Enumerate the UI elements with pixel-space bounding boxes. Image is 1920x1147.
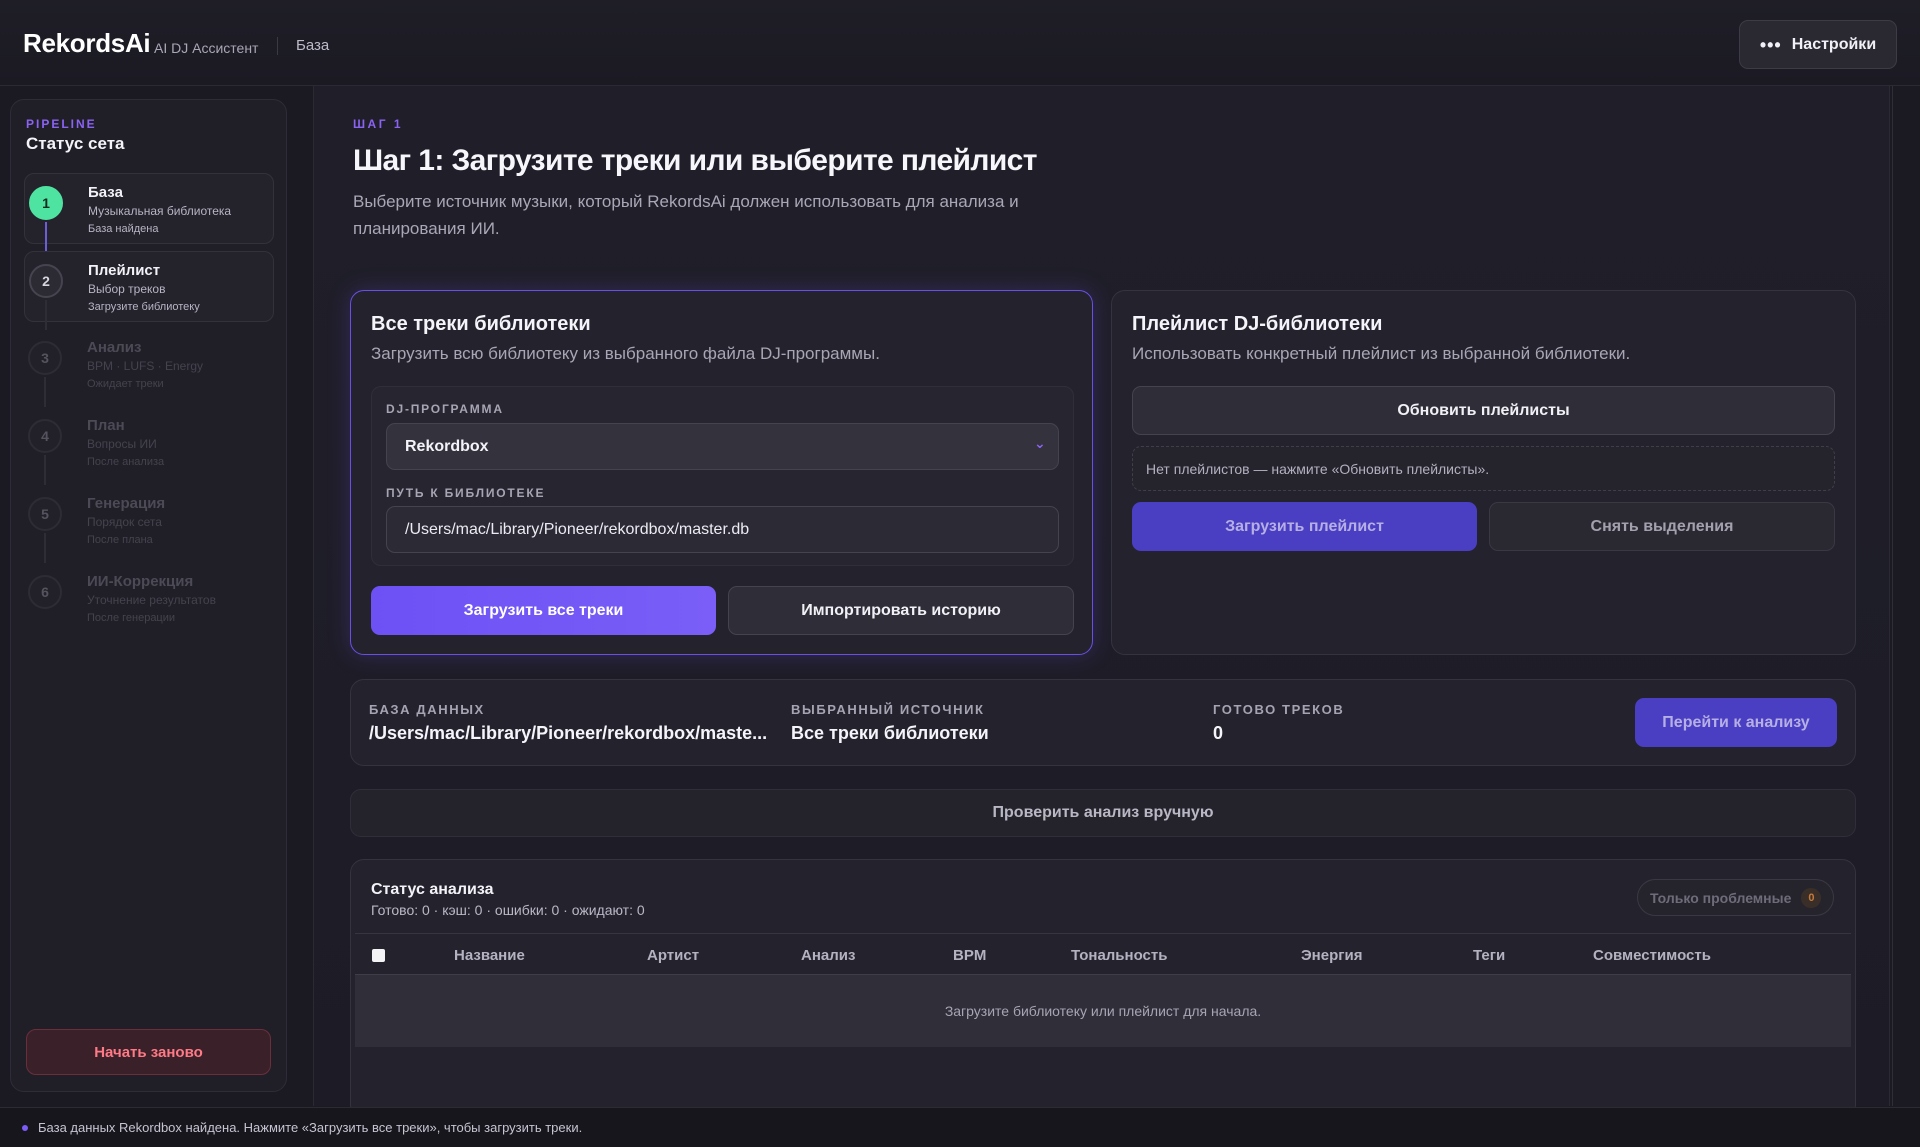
card-title: Все треки библиотеки <box>371 313 591 335</box>
pipeline-kicker: PIPELINE <box>26 117 97 131</box>
pipeline-title: Статус сета <box>26 134 125 153</box>
step-description: Уточнение результатов <box>87 593 216 607</box>
status-message: База данных Rekordbox найдена. Нажмите «… <box>38 1120 583 1135</box>
step-number: 5 <box>28 497 62 531</box>
step-description: Порядок сета <box>87 515 162 529</box>
step-status: После плана <box>87 534 153 546</box>
analysis-status-panel: Статус анализа Готово: 0 · кэш: 0 · ошиб… <box>350 859 1856 1119</box>
step-number: 4 <box>28 419 62 453</box>
ready-tracks-value: 0 <box>1213 723 1224 743</box>
library-settings: DJ-ПРОГРАММА Rekordbox ⌄ ПУТЬ К БИБЛИОТЕ… <box>371 386 1074 566</box>
step-number: 6 <box>28 575 62 609</box>
top-bar: RekordsAi AI DJ Ассистент База ••• Настр… <box>0 0 1920 86</box>
ready-tracks-label: ГОТОВО ТРЕКОВ <box>1213 702 1345 717</box>
step-name: База <box>88 184 123 201</box>
card-subtitle: Загрузить всю библиотеку из выбранного ф… <box>371 344 880 363</box>
step-connector <box>45 222 47 252</box>
restart-button[interactable]: Начать заново <box>26 1029 271 1075</box>
app-subtitle: AI DJ Ассистент <box>154 40 259 56</box>
source-value: Все треки библиотеки <box>791 723 989 743</box>
refresh-playlists-button[interactable]: Обновить плейлисты <box>1132 386 1835 435</box>
column-bpm[interactable]: BPM <box>953 947 986 964</box>
problems-only-toggle[interactable]: Только проблемные 0 <box>1637 879 1834 916</box>
step-connector <box>44 377 46 407</box>
step-name: Анализ <box>87 339 142 356</box>
analysis-title: Статус анализа <box>371 881 494 898</box>
step-connector <box>45 300 47 330</box>
chevron-down-icon: ⌄ <box>1034 435 1046 451</box>
page-subtitle: Выберите источник музыки, который Rekord… <box>353 192 1019 238</box>
step-name: Плейлист <box>88 262 161 279</box>
source-summary: БАЗА ДАННЫХ /Users/mac/Library/Pioneer/r… <box>350 679 1856 766</box>
scrollbar[interactable] <box>1892 86 1893 1106</box>
library-path-label: ПУТЬ К БИБЛИОТЕКЕ <box>386 486 546 500</box>
step-description: BPM · LUFS · Energy <box>87 359 204 373</box>
step-number: 3 <box>28 341 62 375</box>
column-title[interactable]: Название <box>454 947 525 964</box>
step-name: Генерация <box>87 495 166 512</box>
settings-label: Настройки <box>1791 35 1877 53</box>
clear-selection-button[interactable]: Снять выделения <box>1489 502 1835 551</box>
step-name: ИИ-Коррекция <box>87 573 194 590</box>
card-title: Плейлист DJ-библиотеки <box>1132 313 1383 335</box>
pipeline-sidebar: PIPELINE Статус сета 1 База Музыкальная … <box>10 99 287 1092</box>
library-path-input[interactable] <box>386 506 1059 553</box>
breadcrumb: База <box>296 37 330 54</box>
filter-label: Только проблемные <box>1650 889 1792 906</box>
dj-program-label: DJ-ПРОГРАММА <box>386 402 504 416</box>
dj-program-select[interactable]: Rekordbox ⌄ <box>386 423 1059 470</box>
step-description: Музыкальная библиотека <box>88 204 232 218</box>
table-empty-state: Загрузите библиотеку или плейлист для на… <box>355 975 1851 1047</box>
pipeline-step-base[interactable]: 1 База Музыкальная библиотека База найде… <box>24 173 274 252</box>
load-playlist-button[interactable]: Загрузить плейлист <box>1132 502 1477 551</box>
step-connector <box>44 533 46 563</box>
all-tracks-card[interactable]: Все треки библиотеки Загрузить всю библи… <box>350 290 1093 655</box>
settings-button[interactable]: ••• Настройки <box>1739 20 1897 69</box>
database-value: /Users/mac/Library/Pioneer/rekordbox/mas… <box>369 723 768 743</box>
step-name: План <box>87 417 125 434</box>
column-key[interactable]: Тональность <box>1071 947 1167 964</box>
pipeline-step-generation[interactable]: 5 Генерация Порядок сета После плана <box>24 485 274 563</box>
select-all-checkbox[interactable] <box>372 949 385 962</box>
playlists-empty-state: Нет плейлистов — нажмите «Обновить плейл… <box>1132 446 1835 491</box>
step-description: Выбор треков <box>88 282 166 296</box>
step-status: После анализа <box>87 456 165 468</box>
analysis-counts: Готово: 0 · кэш: 0 · ошибки: 0 · ожидают… <box>371 902 645 918</box>
dj-program-value: Rekordbox <box>405 437 489 455</box>
card-subtitle: Использовать конкретный плейлист из выбр… <box>1132 344 1631 363</box>
column-tags[interactable]: Теги <box>1473 947 1505 964</box>
step-number: 2 <box>29 264 63 298</box>
go-to-analysis-button[interactable]: Перейти к анализу <box>1635 698 1837 747</box>
pipeline-step-playlist[interactable]: 2 Плейлист Выбор треков Загрузите библио… <box>24 251 274 330</box>
column-compatibility[interactable]: Совместимость <box>1593 947 1711 964</box>
pipeline-step-ai-correction[interactable]: 6 ИИ-Коррекция Уточнение результатов Пос… <box>24 563 274 634</box>
step-connector <box>44 455 46 485</box>
table-header: Название Артист Анализ BPM Тональность Э… <box>355 933 1851 975</box>
column-artist[interactable]: Артист <box>647 947 699 964</box>
problem-count-badge: 0 <box>1801 887 1822 908</box>
column-energy[interactable]: Энергия <box>1301 947 1362 964</box>
step-status: Ожидает треки <box>87 378 164 390</box>
load-all-tracks-button[interactable]: Загрузить все треки <box>371 586 716 635</box>
step-status: База найдена <box>88 223 159 235</box>
more-dots-icon: ••• <box>1759 34 1782 55</box>
page-title: Шаг 1: Загрузите треки или выберите плей… <box>353 144 1037 177</box>
step-number: 1 <box>29 186 63 220</box>
status-dot-icon <box>22 1124 28 1131</box>
step-description: Вопросы ИИ <box>87 437 157 451</box>
step-kicker: ШАГ 1 <box>353 117 404 131</box>
column-analysis[interactable]: Анализ <box>801 947 855 964</box>
pipeline-step-plan[interactable]: 4 План Вопросы ИИ После анализа <box>24 407 274 485</box>
source-label: ВЫБРАННЫЙ ИСТОЧНИК <box>791 702 985 717</box>
pipeline-step-analysis[interactable]: 3 Анализ BPM · LUFS · Energy Ожидает тре… <box>24 329 274 407</box>
step-status: После генерации <box>87 612 176 624</box>
playlist-card[interactable]: Плейлист DJ-библиотеки Использовать конк… <box>1111 290 1856 655</box>
header-divider <box>277 37 278 55</box>
step-status: Загрузите библиотеку <box>88 301 200 313</box>
app-logo: RekordsAi <box>23 28 151 58</box>
manual-analysis-check-button[interactable]: Проверить анализ вручную <box>350 789 1856 837</box>
status-bar: База данных Rekordbox найдена. Нажмите «… <box>0 1107 1920 1147</box>
import-history-button[interactable]: Импортировать историю <box>728 586 1074 635</box>
database-label: БАЗА ДАННЫХ <box>369 702 485 717</box>
